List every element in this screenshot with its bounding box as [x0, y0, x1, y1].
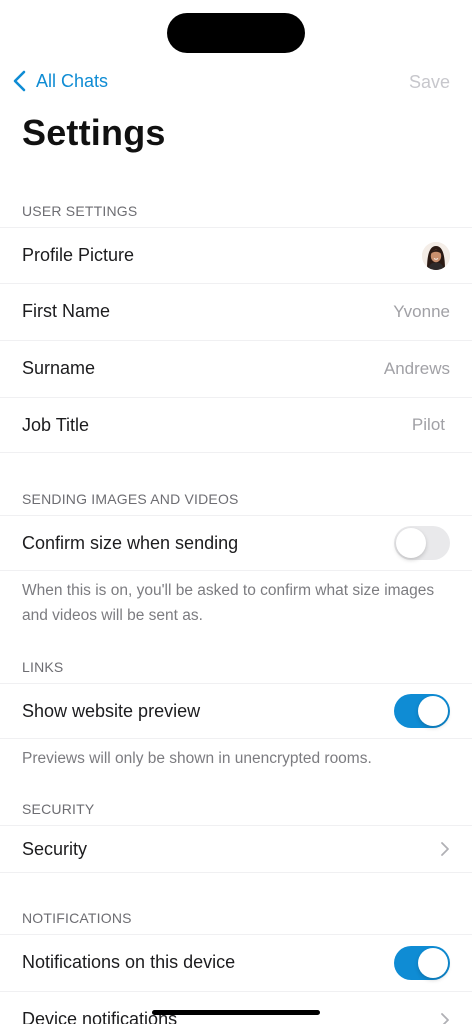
section-header-links: LINKS	[22, 659, 64, 675]
job-title-label: Job Title	[22, 414, 90, 435]
section-header-notifications: NOTIFICATIONS	[22, 910, 132, 926]
profile-picture-label: Profile Picture	[22, 245, 135, 265]
first-name-label: First Name	[22, 301, 111, 321]
surname-label: Surname	[22, 358, 96, 378]
show-preview-label: Show website preview	[22, 700, 201, 721]
page-title: Settings	[22, 112, 166, 153]
security-row[interactable]: Security	[0, 825, 472, 873]
first-name-field[interactable]: Yvonne	[393, 302, 450, 322]
job-title-row[interactable]: Job Title Pilot	[0, 397, 472, 453]
confirm-size-label: Confirm size when sending	[22, 532, 239, 553]
chevron-left-icon	[13, 70, 26, 92]
back-button[interactable]: All Chats	[12, 70, 108, 92]
job-title-field[interactable]: Pilot	[412, 415, 445, 435]
show-preview-toggle[interactable]	[394, 694, 450, 728]
notifications-device-row: Notifications on this device	[0, 934, 472, 990]
notifications-device-toggle[interactable]	[394, 945, 450, 980]
chevron-right-icon	[441, 1012, 449, 1024]
section-header-user-settings: USER SETTINGS	[22, 203, 138, 219]
security-label: Security	[22, 838, 88, 859]
section-header-sending: SENDING IMAGES AND VIDEOS	[22, 491, 239, 507]
toggle-knob	[396, 528, 426, 558]
toggle-knob	[418, 947, 448, 978]
sending-footer: When this is on, you'll be asked to conf…	[22, 582, 435, 624]
notifications-device-label: Notifications on this device	[22, 952, 236, 972]
surname-row[interactable]: Surname Andrews	[0, 340, 472, 396]
save-button[interactable]: Save	[409, 72, 450, 93]
dynamic-island	[167, 13, 305, 53]
profile-picture-row[interactable]: Profile Picture	[0, 227, 472, 283]
show-preview-row: Show website preview	[0, 683, 472, 739]
back-label: All Chats	[36, 70, 109, 91]
toggle-knob	[418, 696, 448, 726]
device-notifications-row[interactable]: Device notifications	[0, 991, 472, 1024]
links-footer: Previews will only be shown in unencrypt…	[22, 750, 372, 767]
surname-field[interactable]: Andrews	[384, 359, 450, 379]
chevron-right-icon	[441, 842, 449, 856]
confirm-size-toggle[interactable]	[394, 526, 450, 560]
avatar[interactable]	[422, 241, 450, 270]
navigation-bar: All Chats Save	[0, 66, 472, 102]
home-indicator	[152, 1010, 320, 1015]
first-name-row[interactable]: First Name Yvonne	[0, 283, 472, 339]
confirm-size-row: Confirm size when sending	[0, 515, 472, 571]
section-header-security: SECURITY	[22, 801, 95, 817]
